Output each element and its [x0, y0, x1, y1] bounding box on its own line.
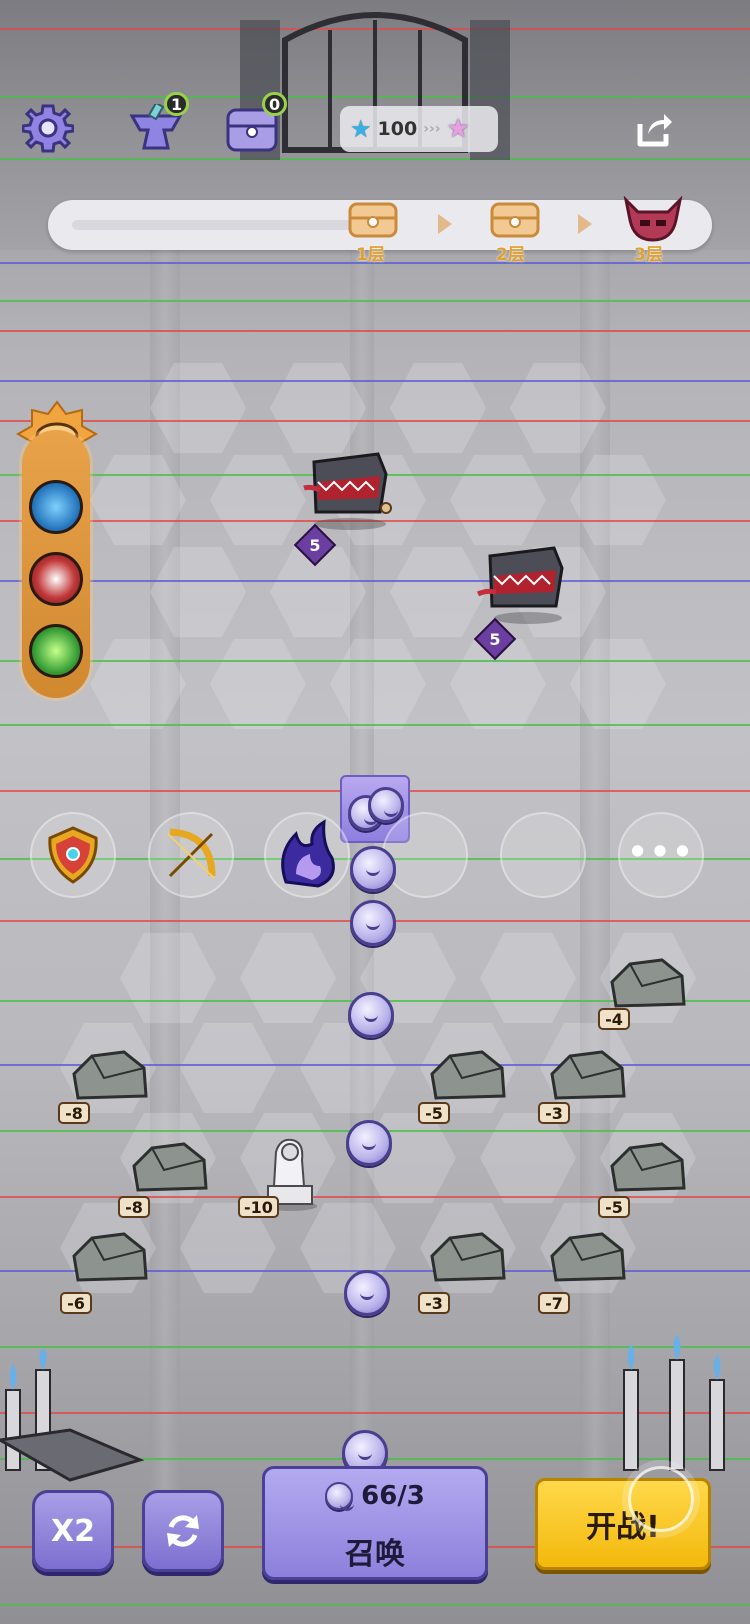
skill-slot[interactable] — [30, 812, 116, 898]
dragon-orb-icon[interactable] — [29, 480, 83, 534]
rock-obstacle — [610, 1142, 686, 1192]
arrow-right-icon — [578, 214, 592, 234]
scan-line — [0, 420, 750, 422]
rock-hp-label: -5 — [418, 1102, 450, 1124]
treasure-chest-icon — [490, 202, 540, 238]
chest-button[interactable]: 0 — [224, 92, 288, 154]
coin-projectile — [348, 992, 394, 1038]
rock-hp-label: -7 — [538, 1292, 570, 1314]
rock-hp-label: -10 — [238, 1196, 279, 1218]
coin-projectile — [344, 1270, 390, 1316]
skill-slot-empty[interactable] — [500, 812, 586, 898]
coin-projectile — [350, 846, 396, 892]
scan-line — [0, 380, 750, 382]
rock-obstacle — [72, 1232, 148, 1282]
rock-hp-label: -8 — [58, 1102, 90, 1124]
coin-icon — [325, 1482, 355, 1511]
scan-line — [0, 330, 750, 332]
rock-obstacle — [72, 1050, 148, 1100]
settings-button[interactable] — [20, 100, 76, 156]
mimic-chest-monster[interactable] — [300, 452, 400, 532]
treasure-chest-icon — [348, 202, 398, 238]
rock-obstacle — [550, 1050, 626, 1100]
red-burst-orb-icon[interactable] — [29, 552, 83, 606]
refresh-icon — [167, 1515, 199, 1547]
speed-x2-button[interactable]: X2 — [32, 1490, 114, 1572]
rock-obstacle — [132, 1142, 208, 1192]
rock-hp-label: -8 — [118, 1196, 150, 1218]
hex-tile — [480, 932, 576, 1024]
share-icon — [637, 114, 672, 147]
chest-count-badge: 0 — [262, 92, 288, 116]
refresh-button[interactable] — [142, 1490, 224, 1572]
candles-decoration — [623, 1334, 725, 1471]
floor-label-1: 1层 — [356, 245, 385, 265]
star-count: 100 — [377, 118, 418, 140]
rock-hp-label: -5 — [598, 1196, 630, 1218]
anvil-button[interactable]: 1 — [126, 92, 190, 156]
rock-obstacle — [430, 1050, 506, 1100]
rock-hp-label: -4 — [598, 1008, 630, 1030]
scan-line — [0, 300, 750, 302]
rock-hp-label: -3 — [538, 1102, 570, 1124]
star-counter[interactable]: ★ 100 ››› ★ — [340, 106, 498, 152]
scan-line — [0, 724, 750, 726]
gear-icon — [22, 104, 74, 153]
blue-star-icon: ★ — [350, 115, 372, 143]
more-options-icon: ••• — [627, 833, 695, 871]
candles-books-decoration — [0, 1350, 145, 1482]
share-button[interactable] — [632, 108, 676, 152]
hex-tile — [210, 454, 306, 546]
progress-track — [72, 220, 392, 230]
summon-button[interactable]: 66/3 召唤 — [262, 1466, 488, 1580]
purple-flame-icon — [281, 819, 335, 888]
floor-label-2: 2层 — [496, 245, 525, 265]
coin-icon — [368, 787, 404, 823]
coin-projectile — [346, 1120, 392, 1166]
mimic-chest-monster[interactable] — [476, 546, 576, 626]
rock-obstacle — [550, 1232, 626, 1282]
hex-tile — [240, 932, 336, 1024]
tap-indicator-ring — [628, 1466, 694, 1532]
golden-bow-icon — [167, 828, 216, 879]
hex-tile — [180, 1022, 276, 1114]
scan-line — [0, 580, 750, 582]
rock-obstacle — [430, 1232, 506, 1282]
arrow-right-icon — [438, 214, 452, 234]
green-orb-icon[interactable] — [29, 624, 83, 678]
summon-cost-text: 66/3 — [361, 1481, 425, 1511]
hex-tile — [480, 1112, 576, 1204]
hex-tile — [120, 932, 216, 1024]
rock-hp-label: -6 — [60, 1292, 92, 1314]
hex-tile — [390, 546, 486, 638]
golden-shield-icon — [48, 826, 98, 884]
skill-slot-empty[interactable] — [382, 812, 468, 898]
hex-tile — [210, 638, 306, 730]
hex-tile — [390, 362, 486, 454]
more-options-button[interactable]: ••• — [618, 812, 704, 898]
rock-hp-label: -3 — [418, 1292, 450, 1314]
summon-cost: 66/3 — [265, 1481, 485, 1511]
skill-slot[interactable] — [264, 812, 350, 898]
summon-label: 召唤 — [345, 1537, 405, 1572]
boss-demon-icon — [623, 196, 683, 242]
chevrons-icon: ››› — [423, 121, 441, 137]
coin-projectile — [350, 900, 396, 946]
scan-line — [0, 1604, 750, 1606]
buff-panel — [22, 430, 90, 698]
anvil-count-badge: 1 — [164, 92, 190, 116]
rainbow-star-icon: ★ — [446, 114, 470, 144]
rock-obstacle — [610, 958, 686, 1008]
skill-slot[interactable] — [148, 812, 234, 898]
scan-line — [0, 660, 750, 662]
floor-label-3: 3层 — [634, 245, 663, 265]
hex-tile — [450, 454, 546, 546]
hex-tile — [330, 638, 426, 730]
